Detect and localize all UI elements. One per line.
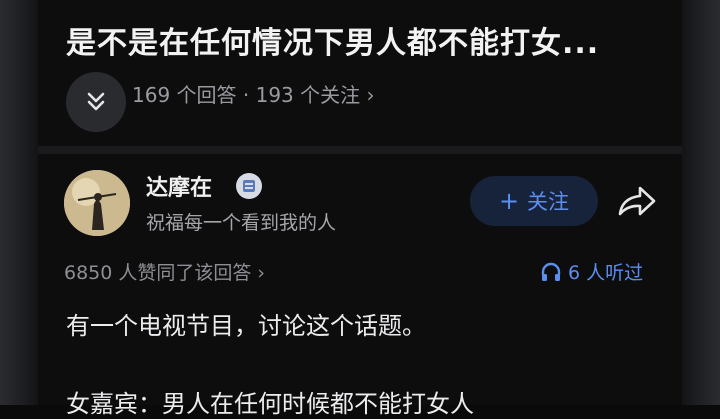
collapse-button[interactable] [66, 72, 126, 132]
answer-body-line: 女嘉宾：男人在任何时候都不能打女人 [66, 390, 474, 418]
listen-count[interactable]: 6 人听过 [540, 258, 643, 285]
share-arrow-icon [618, 186, 656, 216]
question-title[interactable]: 是不是在任何情况下男人都不能打女... [66, 18, 599, 62]
avatar[interactable] [64, 170, 130, 236]
author-bio: 祝福每一个看到我的人 [146, 212, 337, 234]
likes-count[interactable]: 6850 人赞同了该回答 › [64, 258, 265, 285]
listen-text: 6 人听过 [568, 262, 644, 284]
follow-button[interactable]: + 关注 [470, 176, 598, 226]
answer-body-line: 有一个电视节目，讨论这个话题。 [66, 312, 426, 340]
share-button[interactable] [614, 182, 658, 222]
follow-label: 关注 [527, 190, 570, 214]
divider [38, 146, 682, 154]
verified-badge-icon [236, 173, 262, 199]
author-name[interactable]: 达摩在 [146, 170, 212, 202]
headphones-icon [541, 262, 561, 281]
right-blur-bg [680, 0, 720, 405]
chevron-double-down-icon [87, 92, 105, 111]
left-blur-bg [0, 0, 40, 405]
question-meta[interactable]: 169 个回答 · 193 个关注 › [132, 79, 375, 108]
plus-icon: + [498, 187, 520, 215]
